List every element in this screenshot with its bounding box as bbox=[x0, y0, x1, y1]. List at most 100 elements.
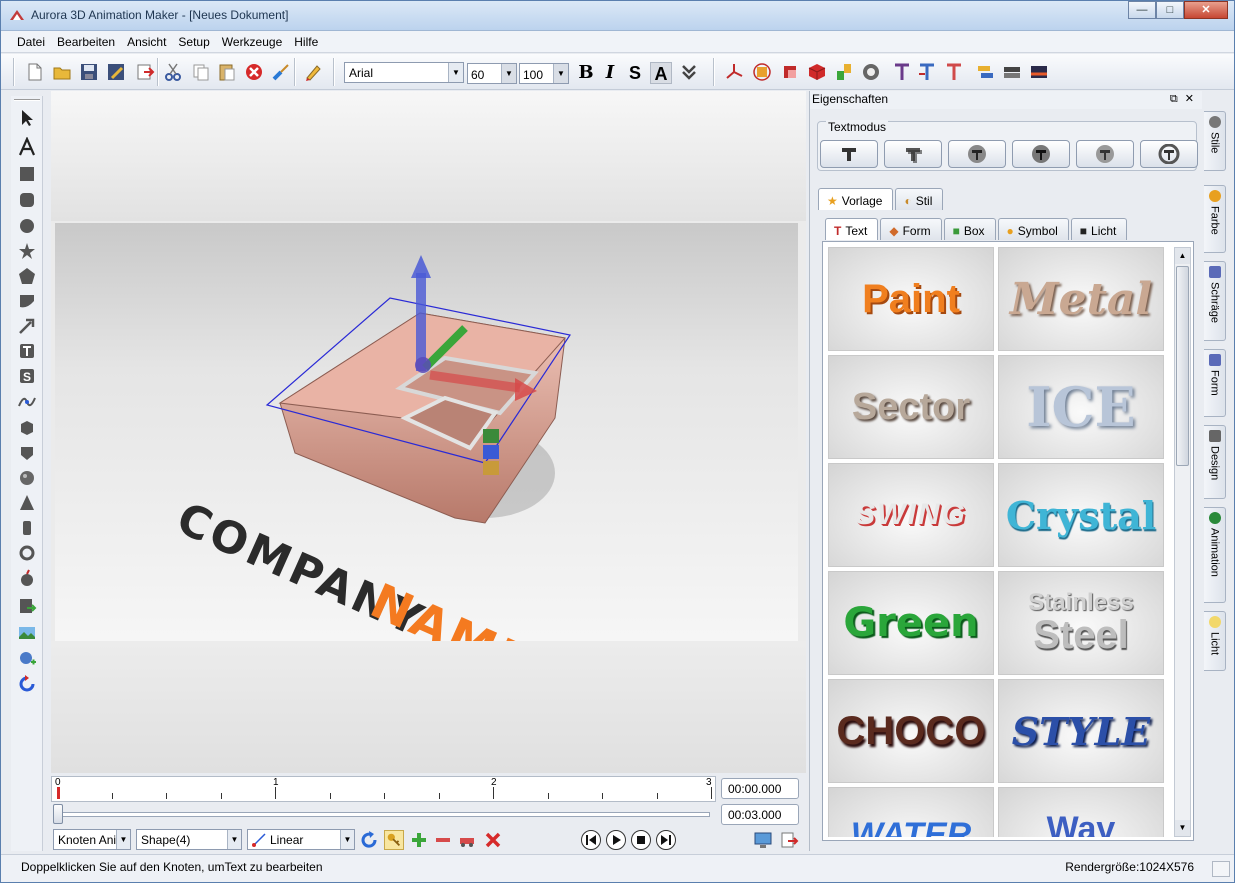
tab-licht[interactable]: ■ Licht bbox=[1070, 218, 1128, 240]
side-tab-stile[interactable]: Stile bbox=[1204, 111, 1226, 171]
template-water[interactable]: WATER bbox=[828, 787, 994, 837]
slider-thumb[interactable] bbox=[53, 804, 63, 824]
scroll-up-icon[interactable]: ▲ bbox=[1175, 248, 1190, 264]
gallery-scrollbar[interactable]: ▲ ▼ bbox=[1174, 247, 1191, 837]
pentagon-icon[interactable] bbox=[17, 266, 37, 286]
preview-monitor-icon[interactable] bbox=[753, 830, 773, 850]
text-block-icon[interactable] bbox=[17, 341, 37, 361]
rotate-object-icon[interactable] bbox=[752, 62, 772, 82]
menu-bearbeiten[interactable]: Bearbeiten bbox=[51, 35, 121, 49]
link-keyframe-icon[interactable] bbox=[457, 830, 477, 850]
bomb-icon[interactable] bbox=[17, 568, 37, 588]
edit-pencil-icon[interactable] bbox=[303, 62, 323, 82]
refresh-icon[interactable] bbox=[359, 830, 379, 850]
text-effect-icon[interactable] bbox=[892, 62, 912, 82]
delete-icon[interactable] bbox=[244, 62, 264, 82]
shape-select[interactable]: Shape(4) ▼ bbox=[136, 829, 242, 850]
menu-datei[interactable]: Datei bbox=[11, 35, 51, 49]
italic-button[interactable]: I bbox=[599, 62, 621, 84]
template-style[interactable]: STYLE bbox=[998, 679, 1164, 783]
rewind-button[interactable] bbox=[581, 830, 601, 850]
cube-icon[interactable] bbox=[807, 62, 827, 82]
text-mode-emboss-button[interactable] bbox=[1076, 140, 1134, 168]
export-video-icon[interactable] bbox=[779, 830, 799, 850]
axis-icon[interactable] bbox=[724, 62, 744, 82]
add-keyframe-icon[interactable] bbox=[409, 830, 429, 850]
side-tab-form[interactable]: Form bbox=[1204, 349, 1226, 417]
collapse-down-icon[interactable] bbox=[679, 62, 699, 82]
tab-stil[interactable]: ◐ Stil bbox=[895, 188, 944, 210]
text-mode-ring-button[interactable] bbox=[1140, 140, 1198, 168]
template-paint[interactable]: Paint bbox=[828, 247, 994, 351]
resize-grip-icon[interactable] bbox=[1212, 861, 1230, 877]
text-outline-icon[interactable] bbox=[944, 62, 964, 82]
menu-werkzeuge[interactable]: Werkzeuge bbox=[216, 35, 288, 49]
side-tab-farbe[interactable]: Farbe bbox=[1204, 185, 1226, 253]
chevron-down-icon[interactable]: ▼ bbox=[553, 64, 568, 83]
template-choco[interactable]: CHOCO bbox=[828, 679, 994, 783]
wave-shape-icon[interactable] bbox=[17, 291, 37, 311]
remove-keyframe-icon[interactable] bbox=[433, 830, 453, 850]
scene-3d-object[interactable] bbox=[55, 223, 798, 641]
text-tool-icon[interactable] bbox=[17, 137, 37, 157]
chevron-down-icon[interactable]: ▼ bbox=[227, 830, 241, 849]
cylinder-icon[interactable] bbox=[17, 518, 37, 538]
side-tab-licht[interactable]: Licht bbox=[1204, 611, 1226, 671]
scene-canvas[interactable]: COMPANY NAME bbox=[55, 223, 798, 641]
chevron-down-icon[interactable]: ▼ bbox=[501, 64, 516, 83]
shadow-button[interactable]: S bbox=[624, 62, 646, 84]
close-panel-icon[interactable]: ✕ bbox=[1185, 93, 1194, 105]
path-tool-icon[interactable] bbox=[17, 392, 37, 412]
template-crystal[interactable]: Crystal bbox=[998, 463, 1164, 567]
rectangle-icon[interactable] bbox=[17, 164, 37, 184]
align-icon[interactable] bbox=[834, 62, 854, 82]
outline-button[interactable]: A bbox=[650, 62, 672, 84]
import-image-icon[interactable] bbox=[17, 623, 37, 643]
menu-setup[interactable]: Setup bbox=[172, 35, 215, 49]
tab-vorlage[interactable]: ★ Vorlage bbox=[818, 188, 894, 210]
keyframe-key-icon[interactable] bbox=[384, 830, 404, 850]
template-stainless-steel[interactable]: Stainless Steel bbox=[998, 571, 1164, 675]
template-sector[interactable]: Sector bbox=[828, 355, 994, 459]
text-mode-bevel-button[interactable] bbox=[1012, 140, 1070, 168]
circle-icon[interactable] bbox=[17, 216, 37, 236]
sphere-icon[interactable] bbox=[17, 468, 37, 488]
shield-shape-icon[interactable] bbox=[17, 443, 37, 463]
add-light-icon[interactable] bbox=[17, 648, 37, 668]
chevron-down-icon[interactable]: ▼ bbox=[340, 830, 354, 849]
arrow-tool-icon[interactable] bbox=[17, 316, 37, 336]
clear-keyframes-icon[interactable] bbox=[483, 830, 503, 850]
reset-view-icon[interactable] bbox=[861, 62, 881, 82]
minimize-button[interactable]: — bbox=[1128, 1, 1156, 19]
clear-brush-icon[interactable] bbox=[271, 62, 291, 82]
cut-icon[interactable] bbox=[163, 62, 183, 82]
play-button[interactable] bbox=[606, 830, 626, 850]
total-time-field[interactable]: 00:03.000 bbox=[721, 804, 799, 825]
tab-form[interactable]: ◆ Form bbox=[880, 218, 942, 240]
playhead-marker[interactable] bbox=[57, 787, 60, 799]
new-document-icon[interactable] bbox=[25, 62, 45, 82]
tab-box[interactable]: ■ Box bbox=[943, 218, 996, 240]
template-metal[interactable]: Metal bbox=[998, 247, 1164, 351]
forward-end-button[interactable] bbox=[656, 830, 676, 850]
box-3d-icon[interactable] bbox=[17, 418, 37, 438]
save-icon[interactable] bbox=[79, 62, 99, 82]
template-swing[interactable]: SWING bbox=[828, 463, 994, 567]
interpolation-select[interactable]: Linear ▼ bbox=[247, 829, 355, 850]
layer-order-icon[interactable] bbox=[975, 62, 995, 82]
scale-object-icon[interactable] bbox=[780, 62, 800, 82]
side-tab-design[interactable]: Design bbox=[1204, 425, 1226, 499]
menu-ansicht[interactable]: Ansicht bbox=[121, 35, 172, 49]
scroll-down-icon[interactable]: ▼ bbox=[1175, 820, 1190, 836]
export-icon[interactable] bbox=[135, 62, 155, 82]
paste-icon[interactable] bbox=[217, 62, 237, 82]
stop-button[interactable] bbox=[631, 830, 651, 850]
template-ice[interactable]: ICE bbox=[998, 355, 1164, 459]
scroll-thumb[interactable] bbox=[1176, 266, 1189, 466]
tab-symbol[interactable]: ● Symbol bbox=[997, 218, 1069, 240]
torus-icon[interactable] bbox=[17, 543, 37, 563]
font-size-input[interactable]: 60 ▼ bbox=[467, 63, 517, 84]
open-folder-icon[interactable] bbox=[52, 62, 72, 82]
copy-icon[interactable] bbox=[191, 62, 211, 82]
text-mode-extrude-button[interactable] bbox=[884, 140, 942, 168]
